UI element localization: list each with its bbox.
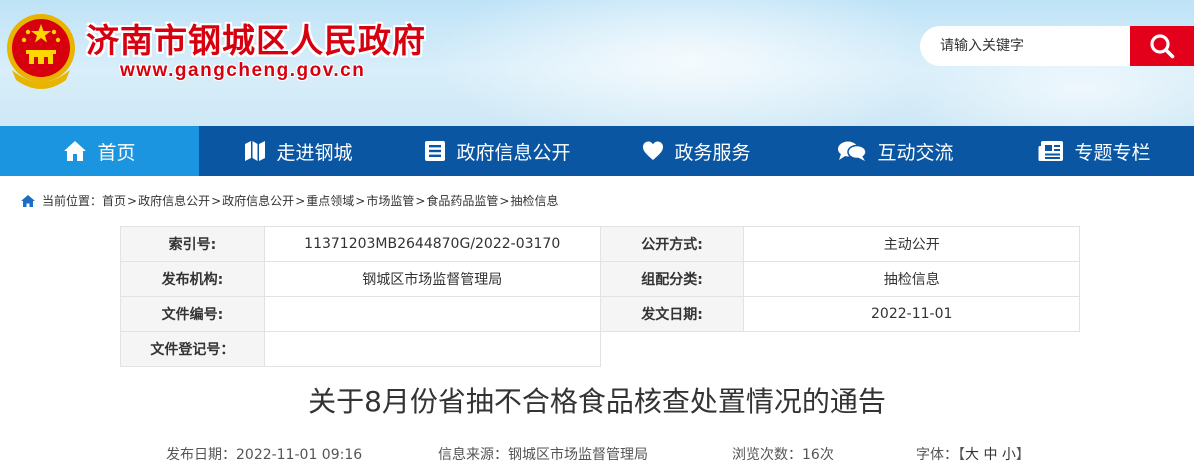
breadcrumb-separator: > (295, 193, 306, 208)
nav-item-label: 互动交流 (877, 141, 954, 164)
breadcrumb-item[interactable]: 食品药品监管 (426, 192, 498, 209)
category-value: 抽检信息 (743, 261, 1080, 297)
breadcrumb-separator: > (355, 193, 366, 208)
breadcrumb-item[interactable]: 政府信息公开 (138, 192, 210, 209)
registration-number-label: 文件登记号： (120, 331, 265, 367)
category-label: 组配分类: (599, 261, 745, 297)
site-url[interactable]: www.gangcheng.gov.cn (120, 60, 365, 82)
nav-item-home[interactable]: 首页 (0, 126, 199, 176)
breadcrumb-separator: > (415, 193, 426, 208)
font-size-selector: 字体：【大 中 小】 (916, 444, 1030, 464)
publish-mode-label: 公开方式: (599, 226, 745, 262)
search-bar (920, 26, 1194, 66)
home-icon (64, 141, 87, 161)
table-row: 发布机构: 钢城区市场监督管理局 组配分类: 抽检信息 (120, 261, 1080, 297)
empty-cell (600, 332, 744, 367)
registration-number-value (263, 331, 601, 367)
breadcrumb: 当前位置： 首页 > 政府信息公开 > 政府信息公开 > 重点领域 > 市场监管… (20, 192, 559, 209)
site-header: 济南市钢城区人民政府 www.gangcheng.gov.cn (0, 0, 1194, 126)
table-row: 文件登记号： (120, 331, 1080, 367)
document-number-value (263, 296, 601, 332)
site-title[interactable]: 济南市钢城区人民政府 (86, 14, 426, 62)
font-size-bracket: 】 (1015, 447, 1030, 463)
nav-item-interaction[interactable]: 互动交流 (796, 126, 995, 176)
font-size-label: 字体：【 (916, 447, 965, 463)
main-nav: 首页 走进钢城 政府信息公开 政务服务 互动交流 专题专栏 (0, 126, 1194, 176)
nav-item-info-disclosure[interactable]: 政府信息公开 (398, 126, 597, 176)
breadcrumb-separator: > (211, 193, 222, 208)
breadcrumb-item[interactable]: 市场监管 (366, 192, 414, 209)
nav-item-label: 首页 (97, 141, 136, 164)
breadcrumb-item[interactable]: 政府信息公开 (222, 192, 294, 209)
nav-item-topics[interactable]: 专题专栏 (995, 126, 1194, 176)
index-number-value: 11371203MB2644870G/2022-03170 (263, 226, 601, 262)
info-source: 信息来源：钢城区市场监督管理局 (438, 447, 648, 463)
search-icon (1150, 34, 1175, 59)
empty-cell (744, 332, 1080, 367)
nav-item-label: 政务服务 (674, 141, 751, 164)
document-number-label: 文件编号: (120, 296, 265, 332)
table-row: 文件编号: 发文日期: 2022-11-01 (120, 296, 1080, 332)
heart-icon (643, 141, 664, 160)
font-size-large-link[interactable]: 大 (965, 447, 979, 463)
newspaper-icon (1038, 141, 1064, 161)
home-icon (21, 194, 35, 207)
breadcrumb-prefix: 当前位置： (42, 194, 103, 208)
issue-date-label: 发文日期: (599, 296, 745, 332)
breadcrumb-home[interactable]: 首页 (102, 192, 126, 209)
nav-item-label: 政府信息公开 (456, 141, 571, 164)
publish-mode-value: 主动公开 (743, 226, 1080, 262)
font-size-small-link[interactable]: 小 (1002, 447, 1016, 463)
document-meta-table: 索引号: 11371203MB2644870G/2022-03170 公开方式:… (120, 226, 1080, 367)
breadcrumb-separator: > (499, 193, 510, 208)
view-count: 浏览次数：16次 (732, 447, 834, 463)
list-icon (425, 141, 446, 161)
publish-date: 发布日期：2022-11-01 09:16 (166, 447, 363, 463)
nav-item-label: 专题专栏 (1074, 141, 1151, 164)
search-input[interactable] (920, 26, 1134, 66)
publishing-org-label: 发布机构: (120, 261, 265, 297)
nav-item-about[interactable]: 走进钢城 (199, 126, 398, 176)
national-emblem-icon[interactable] (4, 10, 78, 90)
table-row: 索引号: 11371203MB2644870G/2022-03170 公开方式:… (120, 226, 1080, 262)
breadcrumb-separator: > (127, 193, 138, 208)
map-icon (245, 141, 266, 161)
article-title: 关于8月份省抽不合格食品核查处置情况的通告 (308, 385, 886, 418)
header-background (430, 0, 950, 126)
publishing-org-value: 钢城区市场监督管理局 (263, 261, 601, 297)
chat-icon (838, 141, 868, 161)
search-button[interactable] (1130, 26, 1194, 66)
nav-item-services[interactable]: 政务服务 (597, 126, 796, 176)
breadcrumb-current[interactable]: 抽检信息 (510, 192, 558, 209)
issue-date-value: 2022-11-01 (743, 296, 1080, 332)
article-info-bar: 发布日期：2022-11-01 09:16 信息来源：钢城区市场监督管理局 浏览… (0, 444, 1194, 464)
nav-item-label: 走进钢城 (276, 141, 353, 164)
font-size-medium-link[interactable]: 中 (983, 447, 997, 463)
index-number-label: 索引号: (120, 226, 265, 262)
breadcrumb-item[interactable]: 重点领域 (306, 192, 354, 209)
